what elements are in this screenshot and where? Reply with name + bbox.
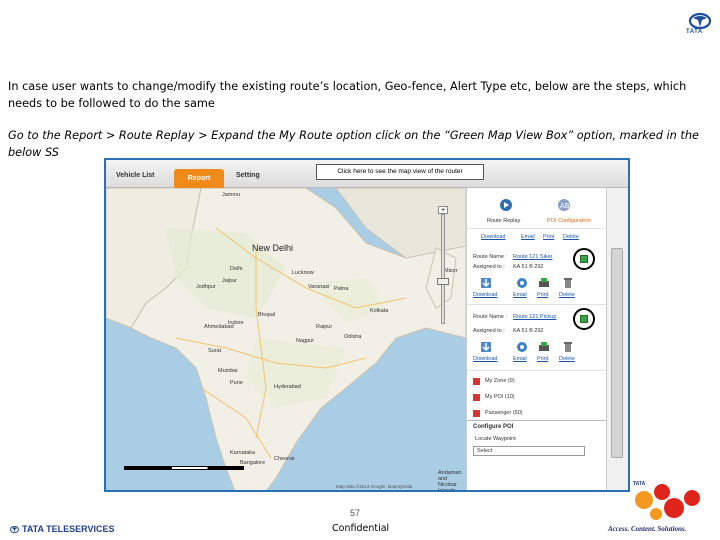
route-name-label-1: Route Name : [473, 254, 507, 260]
map-scale-bar [124, 466, 244, 470]
steps-paragraph: Go to the Report > Route Replay > Expand… [8, 129, 699, 159]
map-label-pune: Pune [230, 380, 243, 386]
route-replay-icon[interactable] [499, 198, 513, 212]
zoom-track[interactable] [441, 214, 445, 324]
tab-bar: Vehicle List Report Setting Click here t… [106, 160, 628, 188]
map-label-lucknow: Lucknow [292, 270, 314, 276]
route-1-name[interactable]: Route 121 Sikar [513, 254, 552, 260]
route-name-label-2: Route Name : [473, 314, 507, 320]
my-zone-item[interactable]: My Zone (9) [485, 378, 515, 384]
delete-icon-1[interactable] [561, 276, 575, 290]
map-label-karnataka: Karnataka [230, 450, 256, 456]
my-zone-expand-icon[interactable] [473, 378, 480, 385]
map-label-odisha: Odisha [344, 334, 362, 340]
map-label-surat: Surat [208, 348, 222, 354]
map-label-andaman: Andaman and Nicobar Islands [438, 470, 462, 492]
passenger-expand-icon[interactable] [473, 410, 480, 417]
embedded-screenshot: Vehicle List Report Setting Click here t… [104, 158, 630, 492]
locate-waypoint-label: Locate Waypoint [475, 436, 516, 442]
page-number: 57 [350, 508, 361, 518]
zoom-slider-handle[interactable] [437, 278, 449, 285]
email-link-1[interactable]: Email [513, 292, 527, 298]
zoom-control[interactable]: + [437, 206, 449, 326]
map-view[interactable]: Jammu New Delhi Delhi Jaipur Jodhpur Luc… [106, 188, 466, 492]
confidential-label: Confidential [332, 523, 390, 534]
map-label-jaipur: Jaipur [222, 278, 237, 284]
tab-setting[interactable]: Setting [236, 172, 260, 179]
map-label-jodhpur: Jodhpur [196, 284, 216, 290]
map-label-indore: Indore [228, 320, 244, 326]
my-poi-expand-icon[interactable] [473, 394, 480, 401]
map-label-bhopal: Bhopal [258, 312, 276, 318]
passenger-item[interactable]: Passenger (50) [485, 410, 523, 416]
map-copyright: Map data ©2013 Google, MapmyIndia [336, 484, 413, 489]
map-label-kolkata: Kolkata [370, 308, 389, 314]
panel-scrollbar-thumb[interactable] [611, 248, 623, 458]
map-label-patna: Patna [334, 286, 349, 292]
report-side-panel: Route Replay AB POI Configuration Downlo… [466, 188, 607, 490]
map-label-new-delhi: New Delhi [252, 243, 294, 253]
print-link-top[interactable]: Print [543, 234, 554, 240]
assigned-label-2: Assigned to : [473, 328, 505, 334]
route-replay-label[interactable]: Route Replay [487, 218, 520, 224]
email-icon-1[interactable] [515, 276, 529, 290]
map-label-hyderabad: Hyderabad [274, 384, 301, 390]
assigned-label-1: Assigned to : [473, 264, 505, 270]
print-icon-1[interactable] [537, 276, 551, 290]
poi-configuration-icon[interactable]: AB [557, 198, 571, 212]
zoom-in-button[interactable]: + [438, 206, 448, 214]
map-label-chennai: Chennai [274, 456, 295, 462]
print-icon-2[interactable] [537, 340, 551, 354]
delete-link-1[interactable]: Delete [559, 292, 575, 298]
download-link-2[interactable]: Download [473, 356, 497, 362]
svg-text:AB: AB [560, 202, 570, 210]
tab-report[interactable]: Report [174, 169, 224, 188]
email-link-top[interactable]: Email [521, 234, 535, 240]
map-label-varanasi: Varanasi [308, 284, 330, 290]
map-view-callout: Click here to see the map view of the ro… [316, 164, 484, 180]
map-label-raipur: Raipur [316, 324, 333, 330]
map-label-jammu: Jammu [222, 192, 241, 198]
print-link-1[interactable]: Print [537, 292, 548, 298]
tagline: Access. Content. Solutions. [608, 525, 687, 533]
company-name: TATA TELESERVICES [22, 524, 115, 534]
map-label-delhi: Delhi [230, 266, 243, 272]
assigned-value-1: KA 51 B 292 [513, 264, 544, 270]
poi-configuration-label[interactable]: POI Configuration [547, 218, 591, 224]
docomo-tata-label: TATA [633, 481, 646, 487]
download-link-1[interactable]: Download [473, 292, 497, 298]
green-map-view-button-2[interactable] [580, 315, 588, 323]
delete-link-top[interactable]: Delete [563, 234, 579, 240]
waypoint-select[interactable]: Select [473, 446, 585, 456]
route-2-name[interactable]: Route 121 Pickup [513, 314, 556, 320]
my-poi-item[interactable]: My POI (10) [485, 394, 515, 400]
print-link-2[interactable]: Print [537, 356, 548, 362]
tata-teleservices-logo-icon [10, 525, 19, 534]
email-icon-2[interactable] [515, 340, 529, 354]
map-label-nagpur: Nagpur [296, 338, 315, 344]
delete-icon-2[interactable] [561, 340, 575, 354]
panel-scrollbar[interactable] [606, 188, 628, 490]
green-map-view-button-1[interactable] [580, 255, 588, 263]
tab-vehicle-list[interactable]: Vehicle List [116, 172, 155, 179]
tata-logo-text: TATA [686, 29, 703, 35]
download-icon-1[interactable] [479, 276, 493, 290]
configure-poi-heading: Configure POI [473, 424, 514, 430]
instruction-paragraph: In case user wants to change/modify the … [8, 80, 687, 110]
download-icon-2[interactable] [479, 340, 493, 354]
map-label-mumbai: Mumbai [218, 368, 238, 374]
india-map-shape [106, 188, 466, 490]
assigned-value-2: KA 51 B 292 [513, 328, 544, 334]
download-link-top[interactable]: Download [481, 234, 505, 240]
email-link-2[interactable]: Email [513, 356, 527, 362]
delete-link-2[interactable]: Delete [559, 356, 575, 362]
